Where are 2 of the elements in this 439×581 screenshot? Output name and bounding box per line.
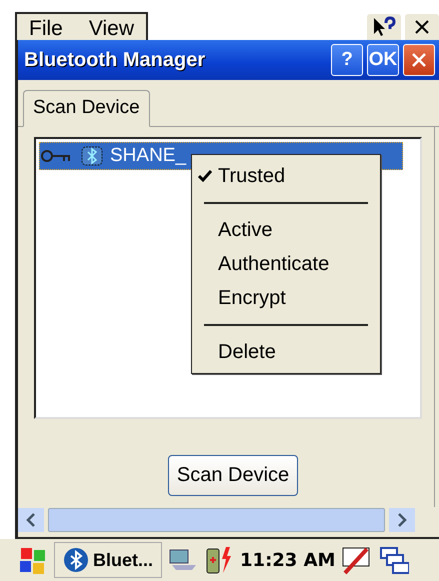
- device-name: SHANE_: [110, 145, 186, 167]
- window-title: Bluetooth Manager: [24, 48, 206, 72]
